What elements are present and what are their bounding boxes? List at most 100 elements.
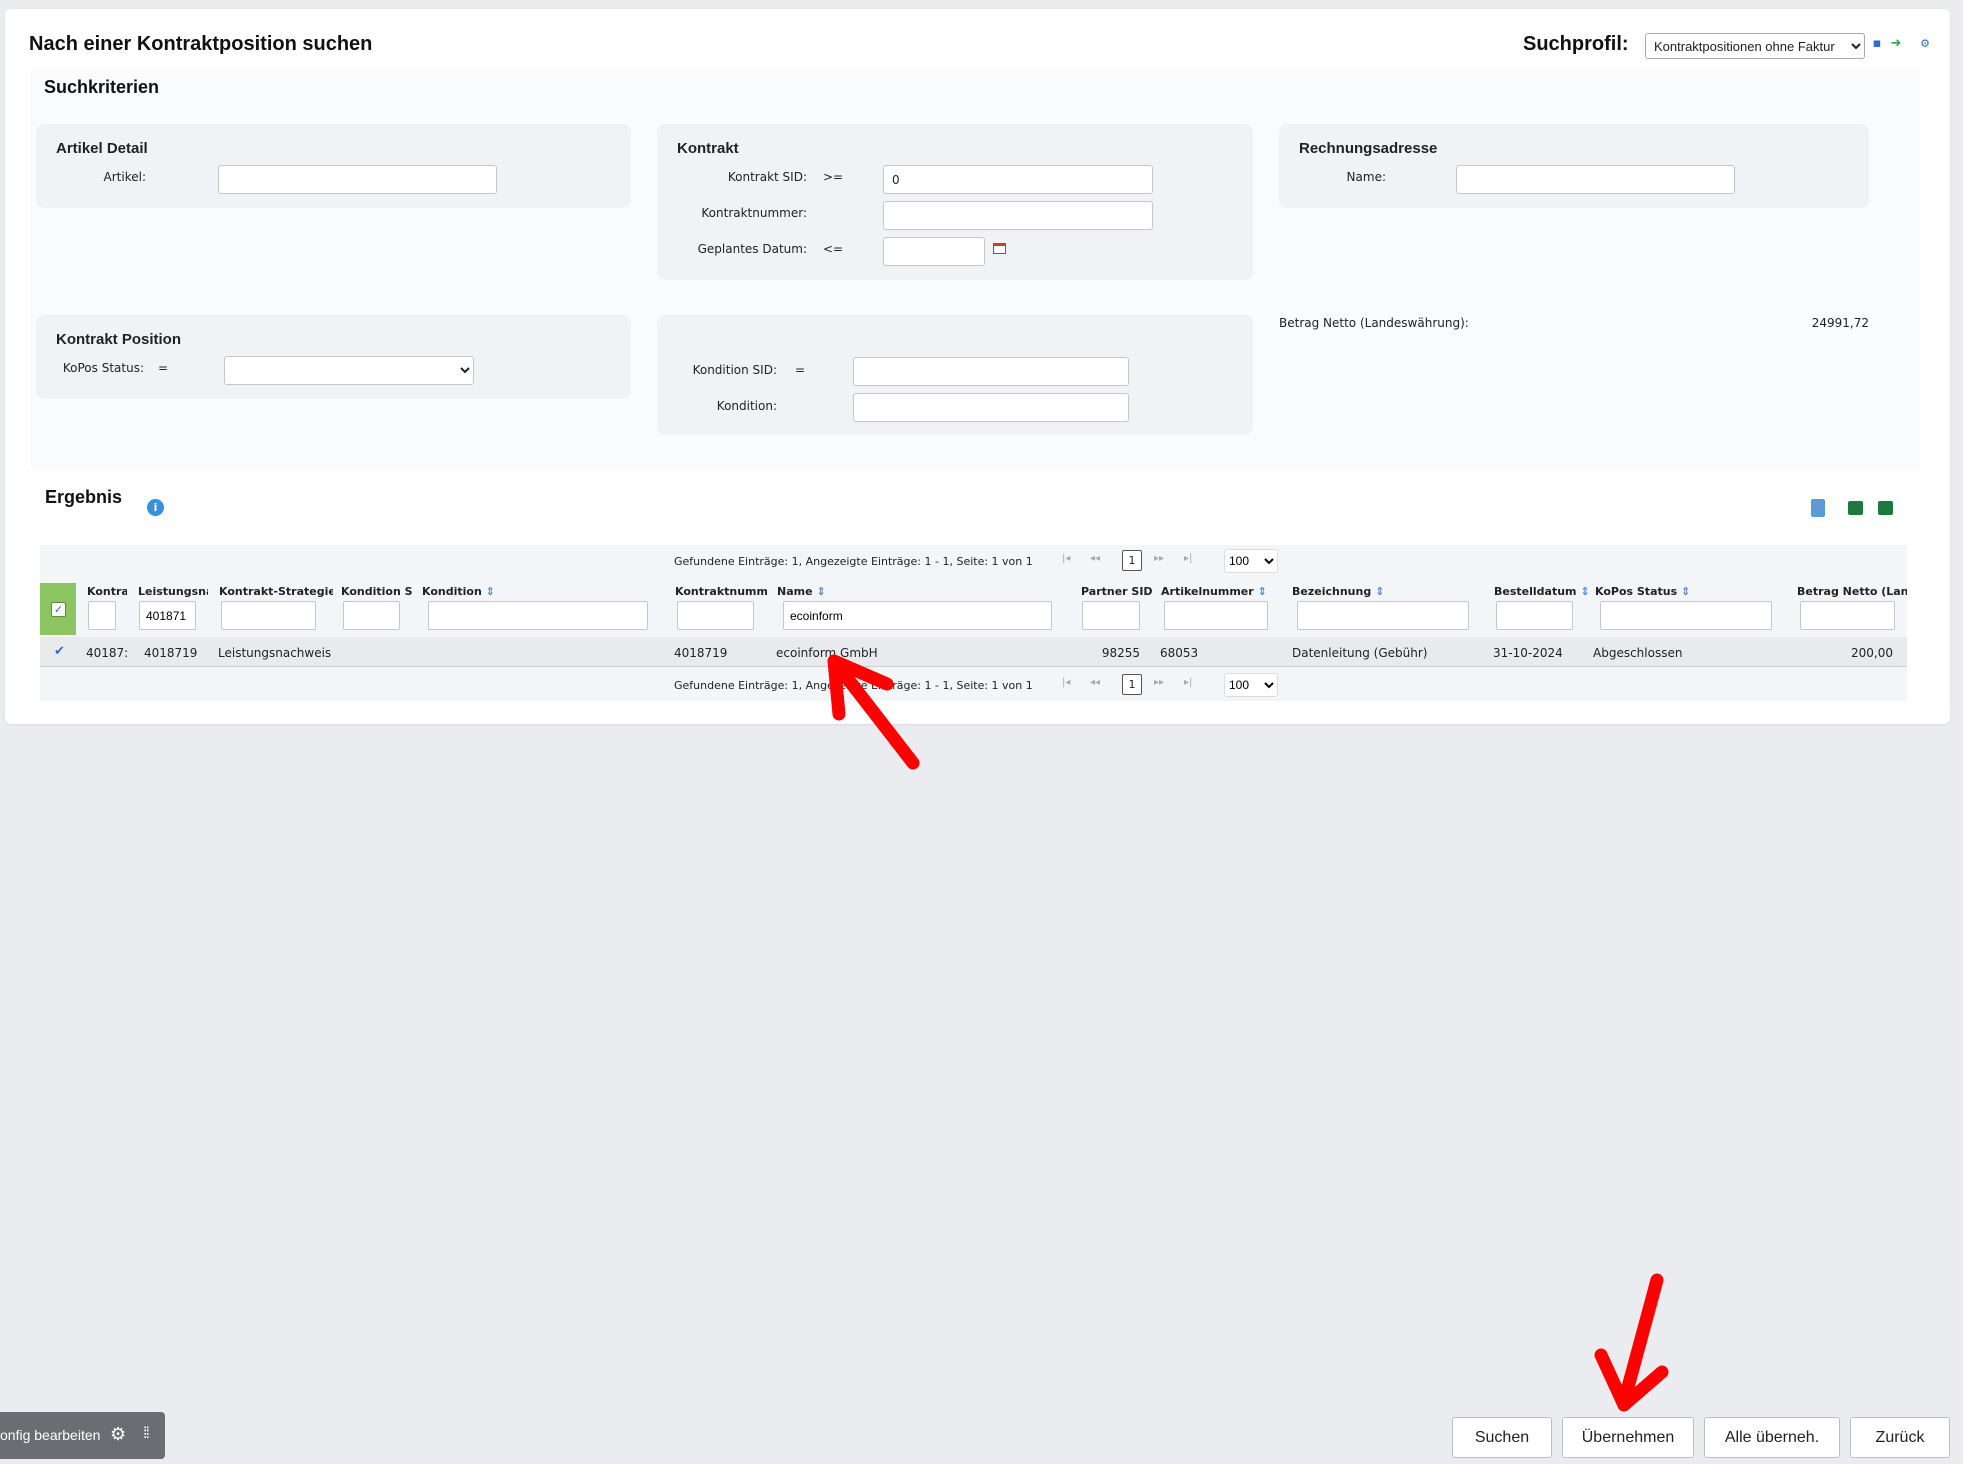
apply-all-button[interactable]: Alle überneh. — [1704, 1417, 1840, 1458]
cell-bestelldatum: 31-10-2024 — [1493, 646, 1563, 660]
col-header-bezeichnung[interactable]: Bezeichnung ⇕ — [1292, 585, 1384, 598]
page-number[interactable]: 1 — [1122, 550, 1142, 571]
prev-page-icon[interactable]: ◂◂ — [1090, 677, 1100, 688]
kontrakt-position-title: Kontrakt Position — [56, 331, 182, 348]
sort-icon[interactable]: ⇕ — [1375, 585, 1384, 598]
config-edit-button[interactable]: onfig bearbeiten ⚙ ⁞⁞ — [0, 1412, 165, 1459]
artikel-detail-box: Artikel Detail Artikel: — [36, 124, 631, 208]
filter-kondition-sid[interactable] — [343, 601, 400, 630]
artikel-detail-title: Artikel Detail — [56, 140, 148, 157]
rechnungsadresse-name-label: Name: — [1346, 170, 1386, 184]
col-header-name[interactable]: Name ⇕ — [777, 585, 826, 598]
rechnungsadresse-name-input[interactable] — [1456, 165, 1735, 194]
pager-bottom: Gefundene Einträge: 1, Angezeigte Einträ… — [40, 672, 1907, 698]
col-header-bezeichnung-label: Bezeichnung — [1292, 585, 1372, 598]
next-page-icon[interactable]: ▸▸ — [1154, 677, 1164, 688]
kopos-status-select[interactable] — [224, 356, 474, 385]
annotation-arrow-button-head — [1594, 1348, 1669, 1412]
filter-bezeichnung[interactable] — [1297, 601, 1469, 630]
back-button[interactable]: Zurück — [1850, 1417, 1950, 1458]
prev-page-icon[interactable]: ◂◂ — [1090, 553, 1100, 564]
save-icon[interactable]: ▪ — [1870, 37, 1884, 51]
last-page-icon[interactable]: ▸| — [1184, 677, 1192, 688]
filter-leistung[interactable] — [139, 601, 196, 630]
main-panel: Nach einer Kontraktposition suchen Suchp… — [5, 9, 1950, 724]
gears-icon: ⚙ — [110, 1424, 127, 1444]
kontrakt-sid-input[interactable] — [883, 165, 1153, 194]
col-header-betrag[interactable]: Betrag Netto (Lan — [1797, 585, 1907, 598]
betrag-netto-value: 24991,72 — [1811, 316, 1869, 330]
cell-kopos-status: Abgeschlossen — [1593, 646, 1683, 660]
page-size-select[interactable]: 100 — [1224, 549, 1278, 573]
kondition-sid-operator: = — [795, 363, 806, 377]
search-profile-select[interactable]: Kontraktpositionen ohne Faktur — [1645, 33, 1865, 59]
col-header-kopos-status[interactable]: KoPos Status ⇕ — [1595, 585, 1690, 598]
col-header-kopos-status-label: KoPos Status — [1595, 585, 1678, 598]
excel-export-icon[interactable] — [1878, 501, 1893, 515]
kontraktnummer-input[interactable] — [883, 201, 1153, 230]
artikel-input[interactable] — [218, 165, 497, 194]
filter-kopos-status[interactable] — [1600, 601, 1772, 630]
row-check-icon[interactable]: ✔ — [54, 644, 65, 659]
last-page-icon[interactable]: ▸| — [1184, 553, 1192, 564]
col-header-kondition[interactable]: Kondition ⇕ — [422, 585, 495, 598]
page-number[interactable]: 1 — [1122, 674, 1142, 695]
filter-kondition[interactable] — [428, 601, 648, 630]
annotation-arrow-button — [1617, 1273, 1664, 1409]
col-header-kontra[interactable]: Kontra — [87, 585, 127, 598]
kontrakt-sid-operator: >= — [823, 170, 844, 184]
criteria-title: Suchkriterien — [44, 77, 160, 97]
drag-handle-icon[interactable]: ⁞⁞ — [143, 1425, 150, 1443]
geplantes-datum-input[interactable] — [883, 237, 985, 266]
filter-strategie[interactable] — [221, 601, 316, 630]
kontraktnummer-label: Kontraktnummer: — [701, 206, 807, 220]
table-row[interactable]: ✔ 40187: 4018719 Leistungsnachweis 40187… — [40, 637, 1907, 667]
col-header-artikelnummer[interactable]: Artikelnummer ⇕ — [1161, 585, 1267, 598]
filter-name[interactable] — [783, 601, 1052, 630]
page-size-select[interactable]: 100 — [1224, 673, 1278, 697]
col-header-leistung[interactable]: Leistungsna — [138, 585, 208, 598]
rechnungsadresse-title: Rechnungsadresse — [1299, 140, 1438, 157]
filter-bestelldatum[interactable] — [1496, 601, 1573, 630]
excel-icon[interactable] — [1848, 501, 1863, 515]
cell-strategie: Leistungsnachweis — [218, 646, 332, 660]
col-header-bestelldatum[interactable]: Bestelldatum ⇕ — [1494, 585, 1590, 598]
info-icon[interactable]: i — [147, 499, 164, 516]
col-header-artikelnummer-label: Artikelnummer — [1161, 585, 1254, 598]
sort-icon[interactable]: ⇕ — [486, 585, 495, 598]
search-button[interactable]: Suchen — [1452, 1417, 1552, 1458]
filter-partner-sid[interactable] — [1082, 601, 1140, 630]
kondition-box: Kondition SID: = Kondition: — [657, 315, 1253, 435]
first-page-icon[interactable]: |◂ — [1062, 553, 1070, 564]
sort-icon[interactable]: ⇕ — [1581, 585, 1590, 598]
filter-kontra[interactable] — [88, 601, 116, 630]
filter-artikelnummer[interactable] — [1164, 601, 1268, 630]
result-title: Ergebnis — [45, 487, 123, 507]
sort-icon[interactable]: ⇕ — [1681, 585, 1690, 598]
col-header-strategie[interactable]: Kontrakt-Strategie — [219, 585, 333, 598]
arrow-right-icon[interactable]: ➜ — [1889, 37, 1903, 51]
copy-icon[interactable] — [1811, 499, 1825, 517]
select-all-checkbox[interactable]: ✓ — [51, 602, 66, 617]
kondition-input[interactable] — [853, 393, 1129, 422]
sort-icon[interactable]: ⇕ — [817, 585, 826, 598]
apply-button[interactable]: Übernehmen — [1562, 1417, 1694, 1458]
col-header-kontraktnummer[interactable]: Kontraktnumm — [675, 585, 767, 598]
col-header-partner-sid[interactable]: Partner SID — [1081, 585, 1152, 598]
pager-info-text: Gefundene Einträge: 1, Angezeigte Einträ… — [674, 679, 1033, 692]
filter-kontraktnummer[interactable] — [677, 601, 754, 630]
cell-bezeichnung: Datenleitung (Gebühr) — [1292, 646, 1428, 660]
sort-icon[interactable]: ⇕ — [1258, 585, 1267, 598]
settings-icon[interactable]: ⚙ — [1918, 37, 1932, 51]
cell-kontra: 40187: — [86, 646, 128, 660]
next-page-icon[interactable]: ▸▸ — [1154, 553, 1164, 564]
col-header-kondition-sid[interactable]: Kondition S — [341, 585, 412, 598]
kondition-sid-input[interactable] — [853, 357, 1129, 386]
first-page-icon[interactable]: |◂ — [1062, 677, 1070, 688]
select-all-cell[interactable]: ✓ — [40, 583, 76, 635]
filter-betrag[interactable] — [1800, 601, 1895, 630]
calendar-icon[interactable] — [993, 243, 1006, 254]
cell-betrag: 200,00 — [1851, 646, 1893, 660]
col-header-kondition-label: Kondition — [422, 585, 482, 598]
artikel-label: Artikel: — [103, 170, 146, 184]
